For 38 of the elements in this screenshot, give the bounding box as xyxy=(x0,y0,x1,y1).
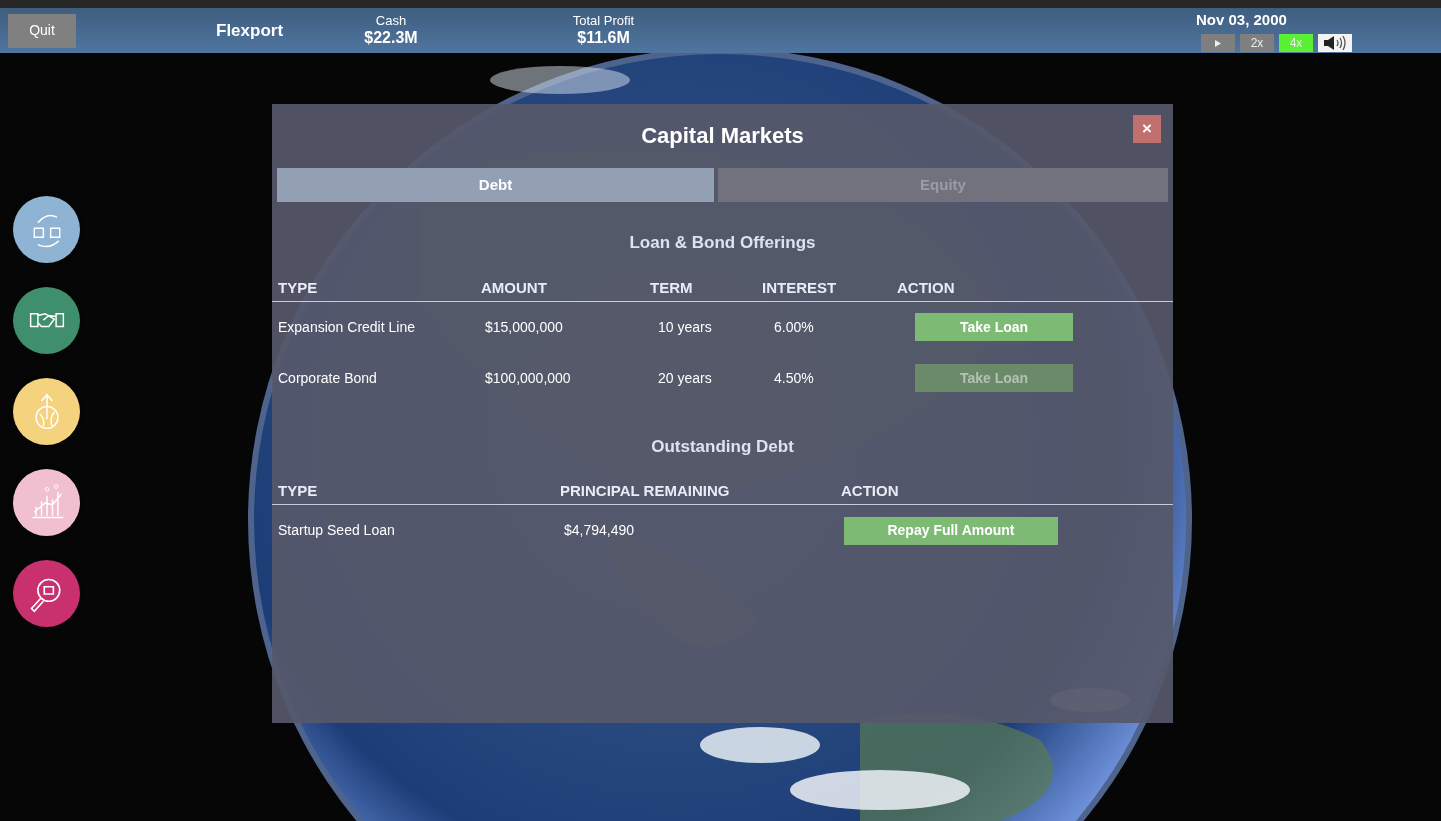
stat-label: Cash xyxy=(375,13,407,29)
sound-button[interactable] xyxy=(1318,34,1352,53)
column-header: TYPE xyxy=(278,277,319,298)
speed-button[interactable]: 4x xyxy=(1279,34,1313,53)
column-header: TERM xyxy=(650,277,694,298)
play-icon xyxy=(1215,39,1221,47)
table-cell-text: Corporate Bond xyxy=(278,368,378,388)
column-header: ACTION xyxy=(897,277,956,298)
speed-button[interactable]: 2x xyxy=(1240,34,1274,53)
table-cell-text: Startup Seed Loan xyxy=(278,521,396,540)
table-cell-text: 10 years xyxy=(657,317,713,337)
stat-value: $22.3M xyxy=(364,28,418,48)
table-cell-text: 20 years xyxy=(657,368,713,388)
speaker-icon xyxy=(1323,36,1347,51)
game-date: Nov 03, 2000 xyxy=(1196,9,1287,30)
column-header: ACTION xyxy=(841,481,900,502)
stat-value: $11.6M xyxy=(577,28,630,48)
action-button[interactable]: Repay Full Amount xyxy=(844,516,1058,545)
quit-button[interactable]: Quit xyxy=(8,13,76,48)
company-name: Flexport xyxy=(216,19,285,42)
column-header: AMOUNT xyxy=(481,277,548,298)
stat-label: Total Profit xyxy=(572,13,635,29)
action-button[interactable]: Take Loan xyxy=(915,313,1073,341)
tab[interactable]: Debt xyxy=(277,168,714,202)
column-header: TYPE xyxy=(278,481,319,502)
table-cell-text: $4,794,490 xyxy=(563,521,636,540)
table-cell-text: 6.00% xyxy=(773,317,815,337)
section-title: Outstanding Debt xyxy=(650,435,795,458)
dialog-title: Capital Markets xyxy=(641,121,804,150)
table-cell-text: 4.50% xyxy=(773,368,815,388)
column-header: PRINCIPAL REMAINING xyxy=(560,481,731,502)
close-button[interactable]: × xyxy=(1133,115,1161,143)
play-button[interactable] xyxy=(1201,34,1235,53)
section-title: Loan & Bond Offerings xyxy=(628,232,817,254)
table-cell-text: $100,000,000 xyxy=(484,368,572,388)
table-cell-text: Expansion Credit Line xyxy=(278,317,416,337)
table-cell-text: $15,000,000 xyxy=(484,317,564,337)
column-header: INTEREST xyxy=(762,277,838,298)
